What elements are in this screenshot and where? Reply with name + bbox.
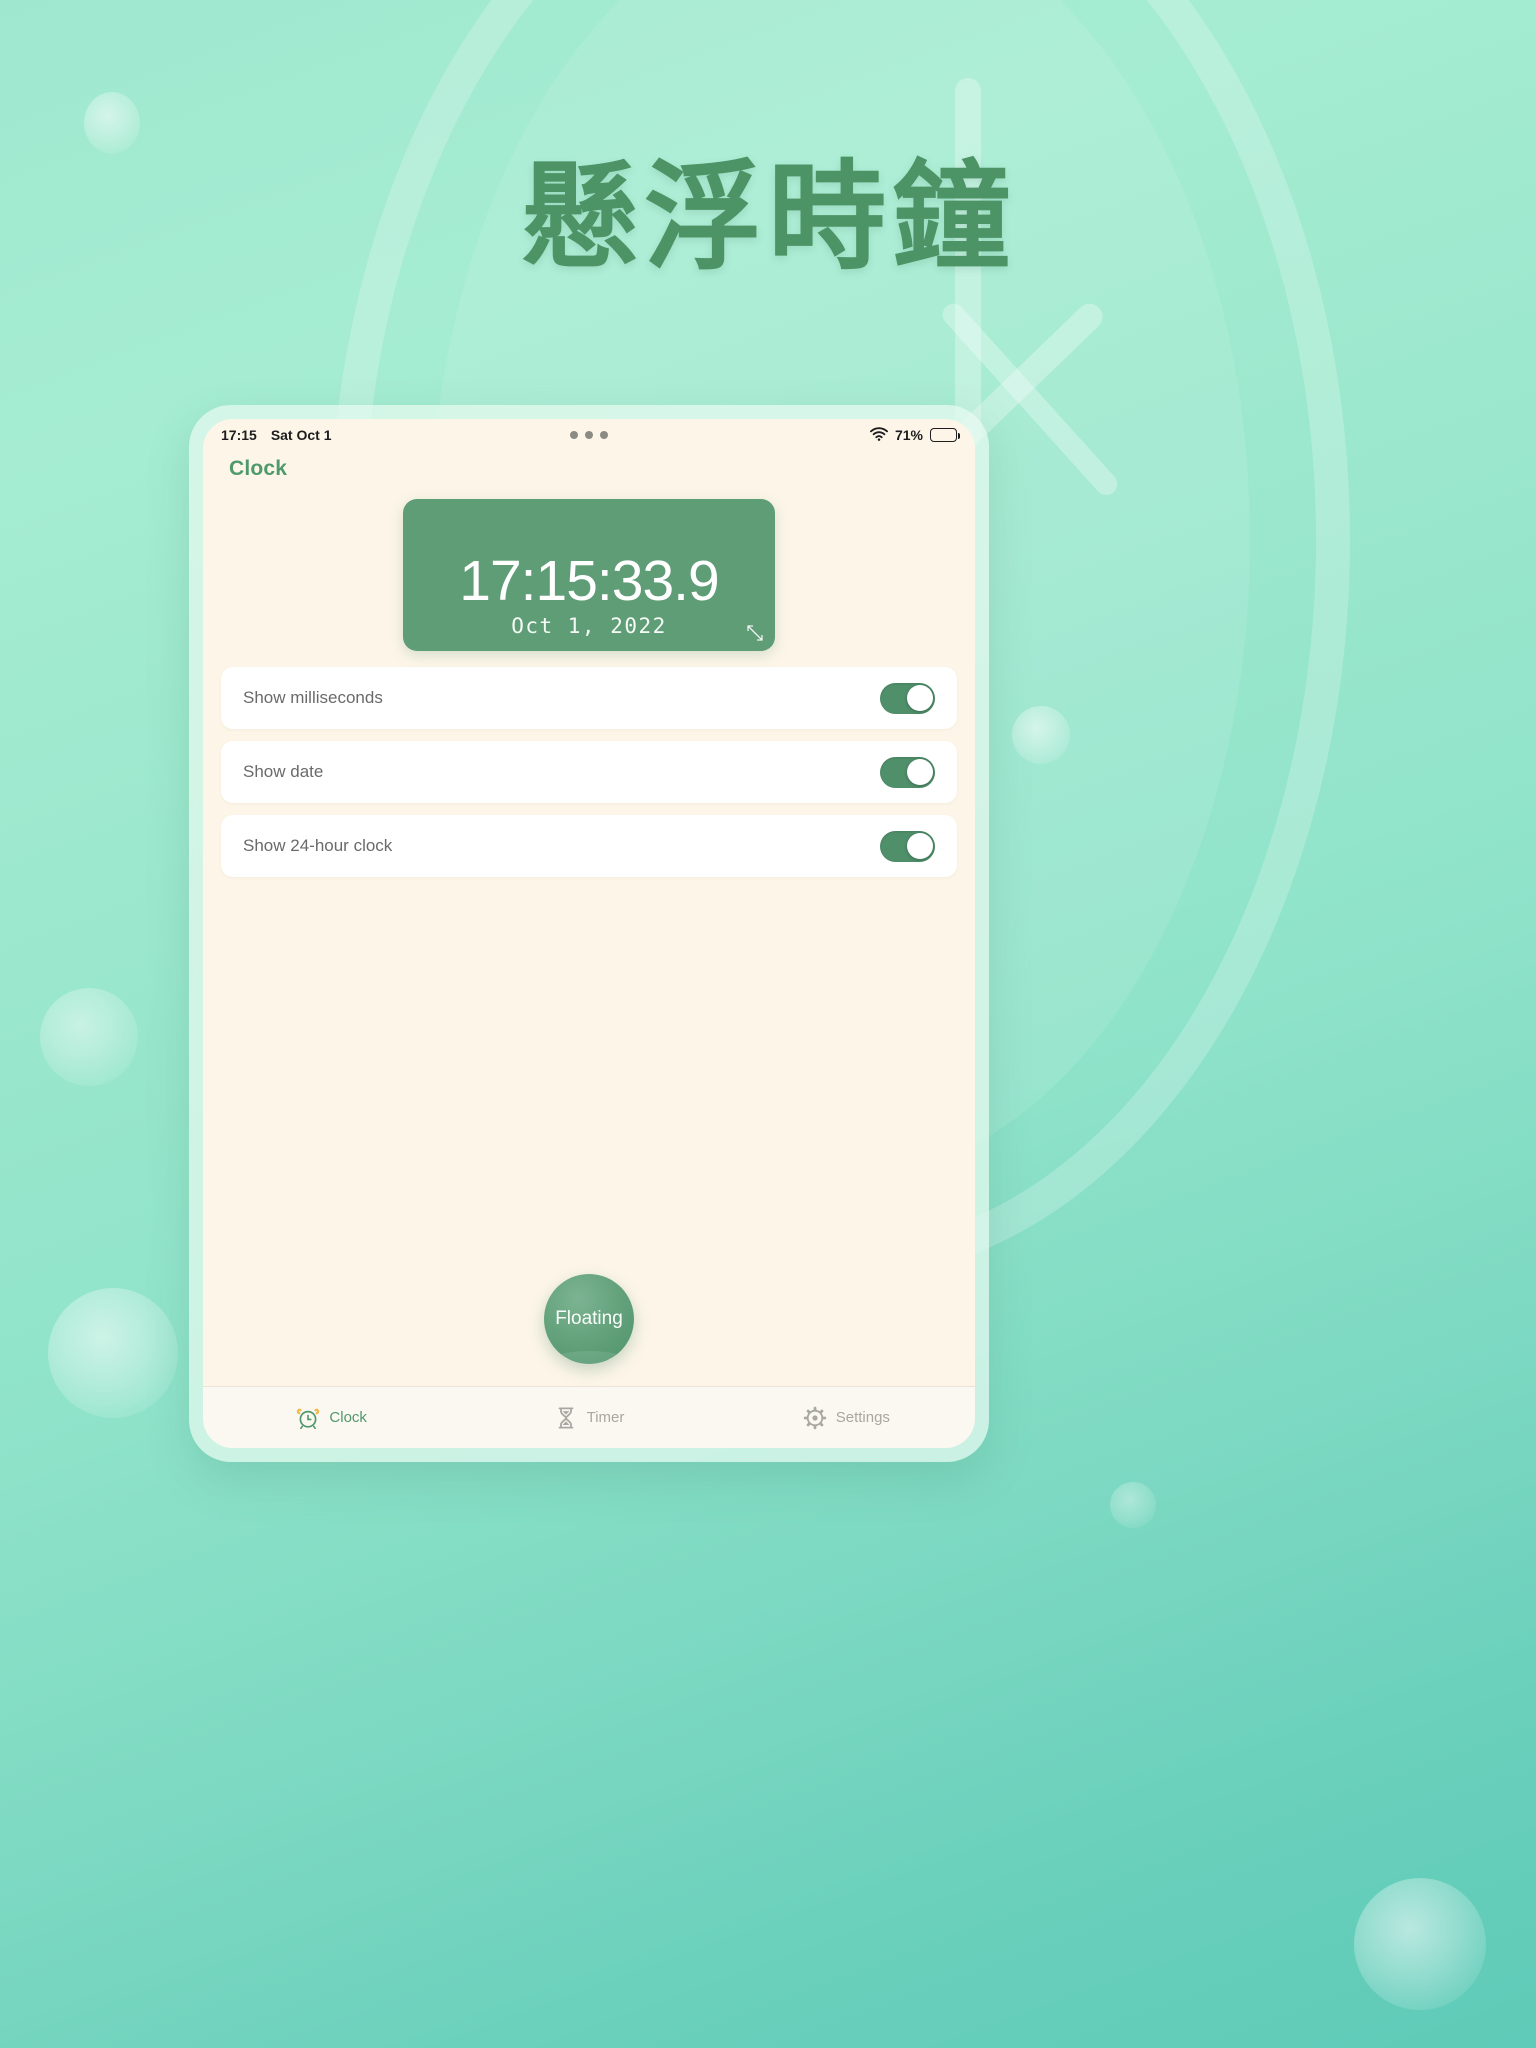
toggle-show-date[interactable]: [880, 756, 935, 788]
status-bar-time: 17:15: [221, 427, 257, 443]
device-frame: 17:15 Sat Oct 1 71% Clock 17:15:33.9 Oct…: [189, 405, 989, 1462]
battery-icon: [930, 428, 960, 442]
status-bar-date: Sat Oct 1: [270, 427, 332, 443]
toggle-knob: [906, 833, 933, 859]
page-title: Clock: [229, 457, 288, 480]
toggle-show-24-hour-clock[interactable]: [880, 830, 935, 862]
tab-label: Timer: [586, 1409, 625, 1426]
settings-list: Show milliseconds Show date Show 24-hour c…: [203, 667, 975, 889]
tab-label: Settings: [835, 1409, 890, 1426]
clock-preview-card[interactable]: 17:15:33.9 Oct 1, 2022: [403, 499, 775, 651]
toggle-knob: [906, 759, 933, 785]
decorative-bubble: [48, 1288, 178, 1418]
tab-bar: Clock Timer Settings: [203, 1386, 975, 1448]
tab-label: Clock: [329, 1409, 367, 1426]
setting-row[interactable]: Show date: [221, 741, 957, 803]
setting-row[interactable]: Show 24-hour clock: [221, 815, 957, 877]
floating-button[interactable]: Floating: [544, 1274, 634, 1364]
floating-button-container: Floating: [203, 1274, 975, 1386]
clock-date-display: Oct 1, 2022: [511, 614, 667, 638]
setting-row-label: Show date: [243, 762, 324, 781]
gear-icon: [803, 1406, 827, 1430]
setting-row-label: Show milliseconds: [243, 688, 383, 707]
app-store-screenshot: 懸浮時鐘 17:15 Sat Oct 1 71% Clock 17:15:33.…: [0, 0, 1536, 2048]
status-bar: 17:15 Sat Oct 1 71%: [203, 419, 975, 451]
floating-button-label: Floating: [555, 1308, 623, 1329]
tab-timer[interactable]: Timer: [460, 1406, 717, 1430]
decorative-bubble: [84, 92, 140, 154]
decorative-bubble: [1110, 1482, 1156, 1528]
tab-clock[interactable]: Clock: [203, 1406, 460, 1430]
setting-row-label: Show 24-hour clock: [243, 836, 393, 855]
clock-card-container: 17:15:33.9 Oct 1, 2022: [203, 485, 975, 667]
decorative-bubble: [1012, 706, 1070, 764]
hourglass-icon: [554, 1406, 578, 1430]
toggle-knob: [906, 685, 933, 711]
toggle-show-milliseconds[interactable]: [880, 682, 935, 714]
resize-handle-icon[interactable]: [745, 623, 765, 643]
device-screen: 17:15 Sat Oct 1 71% Clock 17:15:33.9 Oct…: [203, 419, 975, 1448]
tab-settings[interactable]: Settings: [718, 1406, 975, 1430]
camera-dots-icon: [570, 431, 608, 439]
screen-header: Clock: [203, 451, 975, 485]
status-bar-left: 17:15 Sat Oct 1: [221, 427, 332, 443]
status-bar-right: 71%: [870, 426, 960, 444]
battery-percent-label: 71%: [894, 427, 923, 443]
alarm-clock-icon: [296, 1406, 320, 1430]
setting-row[interactable]: Show milliseconds: [221, 667, 957, 729]
decorative-bubble: [40, 988, 138, 1086]
clock-time-display: 17:15:33.9: [459, 548, 719, 613]
wifi-icon: [870, 426, 888, 444]
hero-title: 懸浮時鐘: [519, 148, 1016, 286]
decorative-bubble: [1354, 1878, 1486, 2010]
